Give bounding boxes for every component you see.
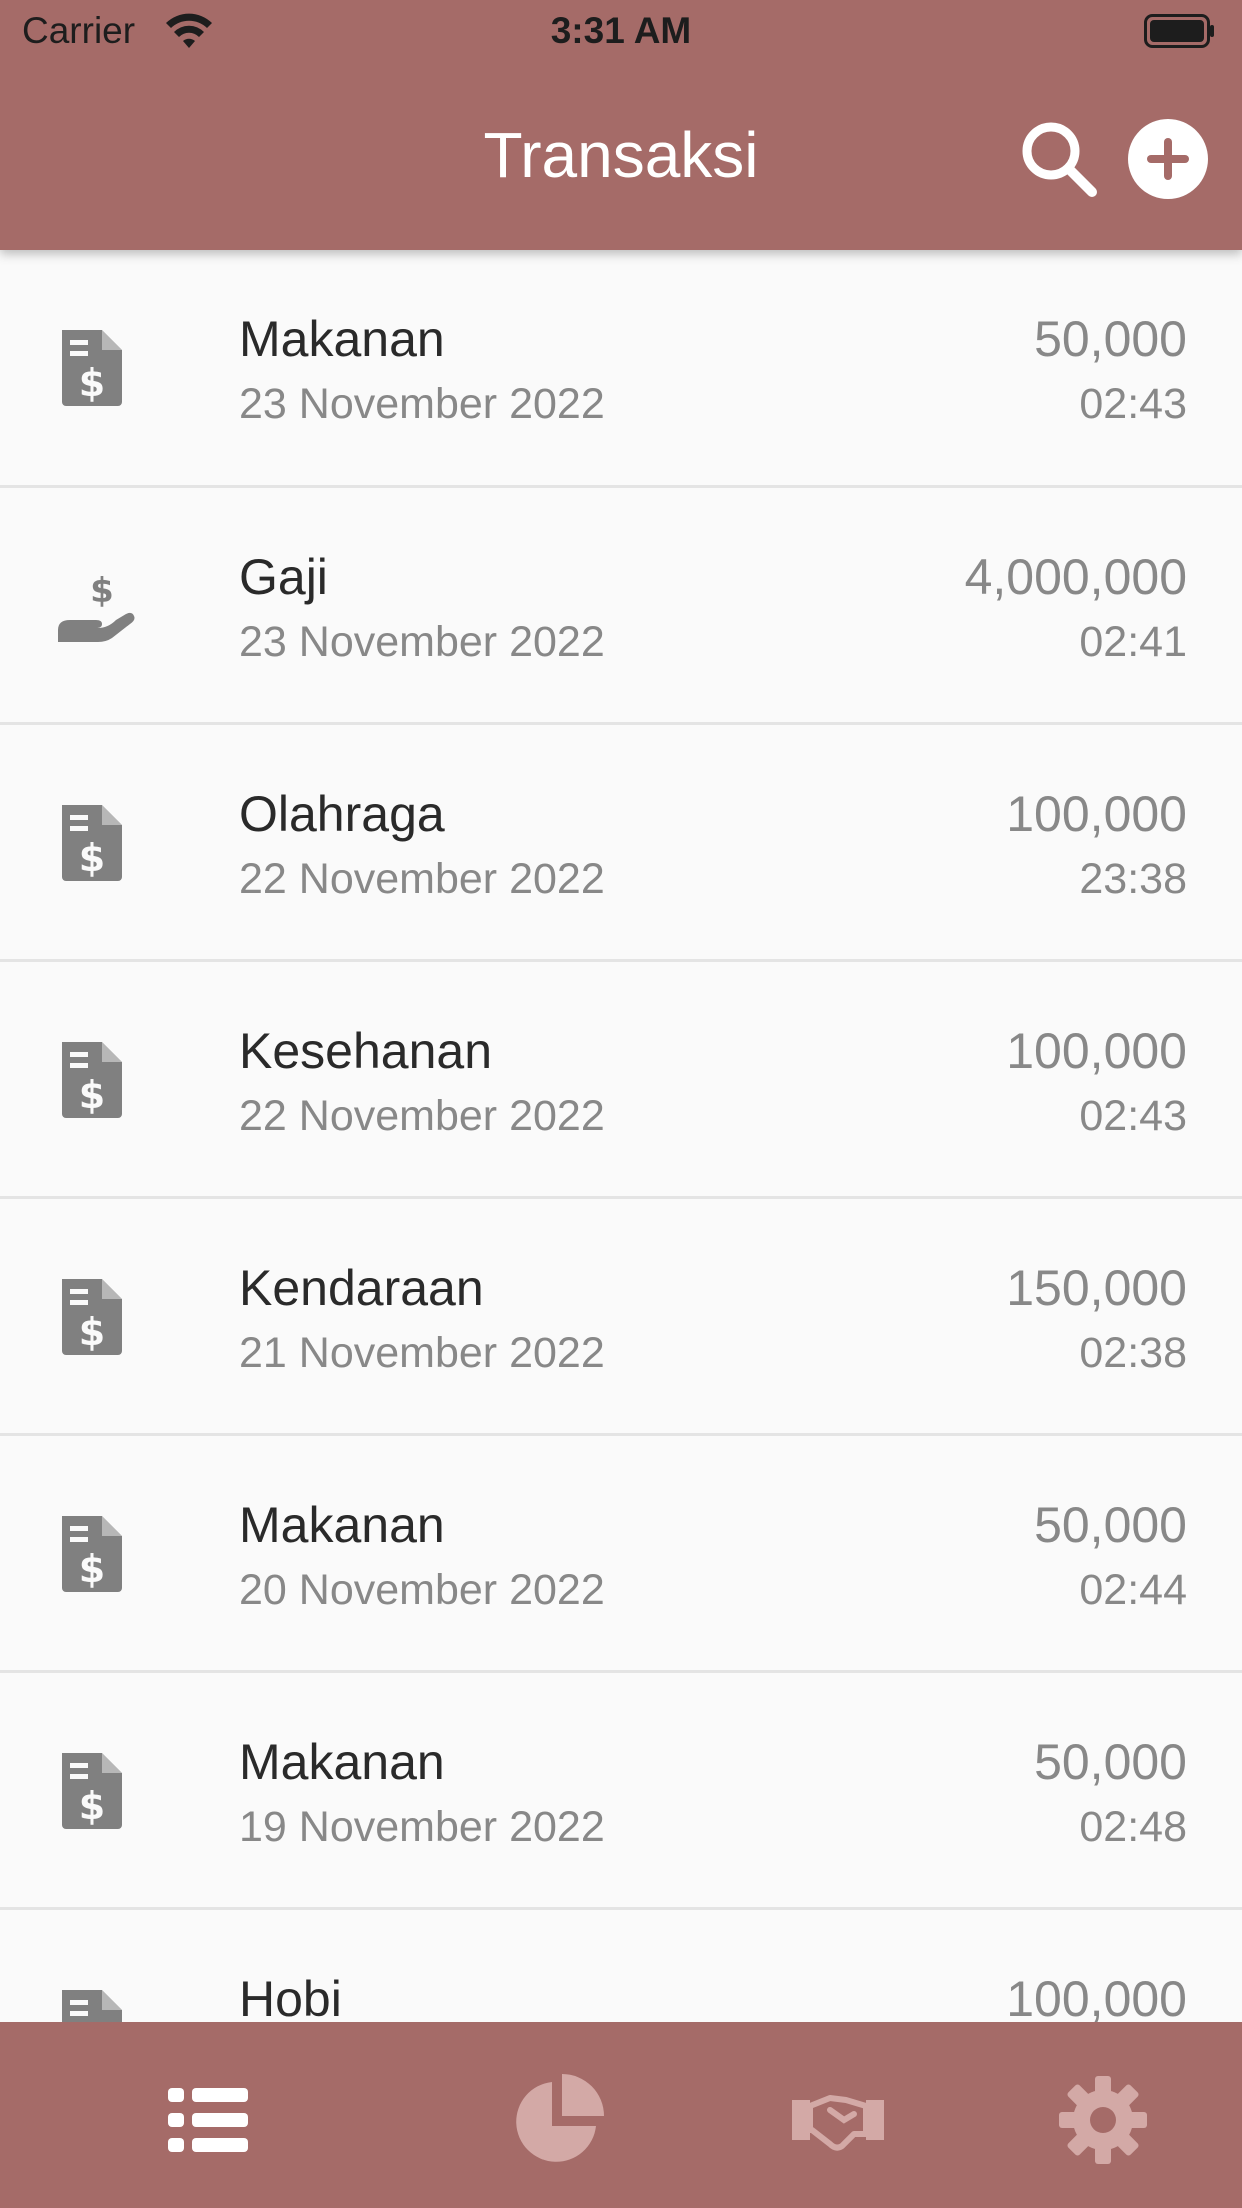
invoice-dollar-icon: $ <box>62 1753 122 1829</box>
gear-icon[interactable] <box>1053 2070 1153 2170</box>
tab-bar <box>0 2022 1242 2208</box>
transaction-row[interactable]: $ Kendaraan 21 November 2022 150,000 02:… <box>0 1199 1242 1436</box>
transaction-name: Kendaraan <box>239 1260 484 1316</box>
pie-chart-icon[interactable] <box>508 2070 608 2170</box>
transaction-amount: 50,000 <box>1034 311 1187 367</box>
invoice-dollar-icon: $ <box>62 1279 122 1355</box>
transaction-date: 19 November 2022 <box>239 1803 605 1851</box>
transaction-name: Makanan <box>239 1734 445 1790</box>
handshake-icon[interactable] <box>788 2070 888 2170</box>
transaction-date: 20 November 2022 <box>239 1566 605 1614</box>
svg-text:$: $ <box>79 1547 105 1591</box>
transaction-date: 21 November 2022 <box>239 1329 605 1377</box>
status-bar: Carrier 3:31 AM <box>0 0 1242 64</box>
transaction-amount: 100,000 <box>1006 1023 1187 1079</box>
transaction-name: Hobi <box>239 1971 342 2022</box>
battery-icon <box>1144 14 1214 48</box>
transaction-name: Kesehanan <box>239 1023 493 1079</box>
list-icon[interactable] <box>158 2070 258 2170</box>
transaction-time: 02:48 <box>1079 1803 1187 1851</box>
transaction-amount: 150,000 <box>1006 1260 1187 1316</box>
transaction-row[interactable]: $ Makanan 19 November 2022 50,000 02:48 <box>0 1673 1242 1910</box>
search-icon[interactable] <box>1018 118 1100 200</box>
transaction-row[interactable]: $ Kesehanan 22 November 2022 100,000 02:… <box>0 962 1242 1199</box>
transaction-name: Makanan <box>239 311 445 367</box>
transaction-row[interactable]: $ Makanan 23 November 2022 50,000 02:43 <box>0 250 1242 488</box>
transaction-time: 02:43 <box>1079 380 1187 428</box>
svg-text:$: $ <box>79 361 105 405</box>
svg-text:$: $ <box>79 836 105 880</box>
status-time: 3:31 AM <box>550 10 692 51</box>
transaction-row[interactable]: $ Olahraga 22 November 2022 100,000 23:3… <box>0 725 1242 962</box>
transaction-amount: 100,000 <box>1006 786 1187 842</box>
transaction-name: Makanan <box>239 1497 445 1553</box>
transaction-time: 23:38 <box>1079 855 1187 903</box>
transaction-date: 23 November 2022 <box>239 380 605 428</box>
invoice-dollar-icon: $ <box>62 330 122 406</box>
invoice-dollar-icon: $ <box>62 805 122 881</box>
hand-dollar-icon: $ <box>58 571 135 642</box>
transaction-amount: 4,000,000 <box>964 549 1187 605</box>
svg-text:$: $ <box>79 1073 105 1117</box>
transaction-time: 02:41 <box>1079 618 1187 666</box>
nav-bar: Carrier 3:31 AM Transaksi <box>0 0 1242 250</box>
transaction-amount: 50,000 <box>1034 1734 1187 1790</box>
transaction-time: 02:43 <box>1079 1092 1187 1140</box>
transaction-date: 22 November 2022 <box>239 855 605 903</box>
transaction-row[interactable]: $ Gaji 23 November 2022 4,000,000 02:41 <box>0 488 1242 725</box>
transaction-time: 02:38 <box>1079 1329 1187 1377</box>
transaction-amount: 50,000 <box>1034 1497 1187 1553</box>
invoice-dollar-icon: $ <box>62 1516 122 1592</box>
invoice-dollar-icon: $ <box>62 1042 122 1118</box>
transaction-date: 22 November 2022 <box>239 1092 605 1140</box>
transaction-row[interactable]: $ Hobi 100,000 <box>0 1910 1242 2022</box>
transaction-time: 02:44 <box>1079 1566 1187 1614</box>
svg-text:$: $ <box>79 1784 105 1828</box>
svg-text:$: $ <box>79 1310 105 1354</box>
transaction-row[interactable]: $ Makanan 20 November 2022 50,000 02:44 <box>0 1436 1242 1673</box>
transaction-name: Olahraga <box>239 786 445 842</box>
transaction-date: 23 November 2022 <box>239 618 605 666</box>
svg-text:$: $ <box>90 571 114 611</box>
add-button[interactable] <box>1127 118 1209 200</box>
transaction-amount: 100,000 <box>1006 1971 1187 2022</box>
transaction-list: $ Makanan 23 November 2022 50,000 02:43 … <box>0 250 1242 2022</box>
transaction-name: Gaji <box>239 549 328 605</box>
invoice-dollar-icon: $ <box>62 1990 122 2022</box>
